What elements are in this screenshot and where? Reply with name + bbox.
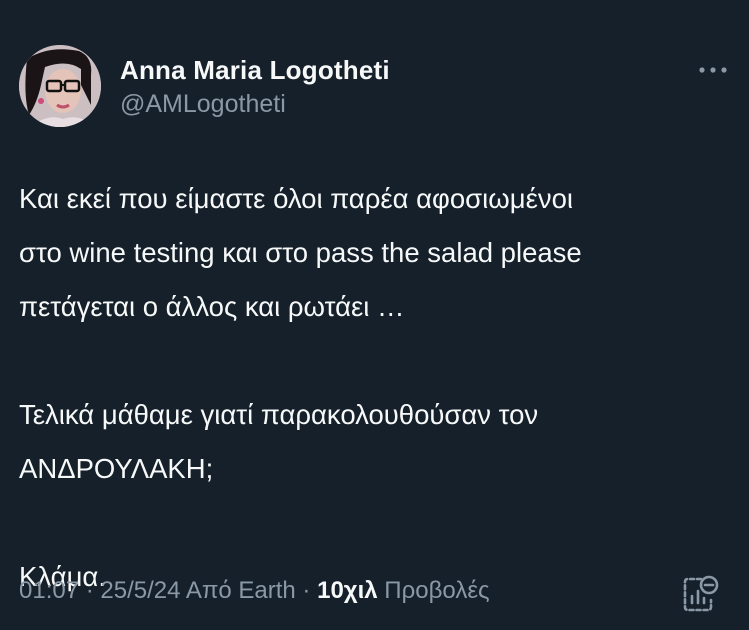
analytics-button[interactable]	[681, 574, 719, 614]
more-options-button[interactable]	[693, 58, 733, 82]
tweet-line: Και εκεί που είμαστε όλοι παρέα αφοσιωμέ…	[19, 183, 573, 214]
views-label: Προβολές	[384, 577, 490, 604]
meta-separator: ·	[79, 577, 101, 604]
tweet-line: ΑΝΔΡΟΥΛΑΚΗ;	[19, 453, 214, 484]
post-analytics-icon	[683, 575, 719, 612]
author-name[interactable]: Anna Maria Logotheti	[120, 55, 390, 86]
meta-separator: ·	[295, 577, 318, 604]
tweet-card: Anna Maria Logotheti @AMLogotheti Και εκ…	[0, 0, 749, 630]
tweet-line: πετάγεται ο άλλος και ρωτάει …	[19, 291, 405, 322]
views-count: 10χιλ	[317, 577, 378, 604]
tweet-line	[19, 496, 719, 550]
tweet-time[interactable]: 01:07	[19, 577, 79, 604]
avatar-image	[19, 45, 101, 127]
tweet-source: Από Earth	[185, 577, 296, 604]
avatar[interactable]	[19, 45, 101, 127]
tweet-text: Και εκεί που είμαστε όλοι παρέα αφοσιωμέ…	[19, 172, 719, 604]
tweet-date[interactable]: 25/5/24	[100, 577, 180, 604]
tweet-line	[19, 334, 719, 388]
more-horizontal-icon	[699, 67, 727, 73]
tweet-line: Τελικά μάθαμε γιατί παρακολουθούσαν τον	[19, 399, 539, 430]
tweet-metadata: 01:07 · 25/5/24 Από Earth · 10χιλ Προβολ…	[19, 577, 490, 605]
tweet-line: στο wine testing και στο pass the salad …	[19, 237, 582, 268]
author-handle[interactable]: @AMLogotheti	[120, 90, 286, 119]
